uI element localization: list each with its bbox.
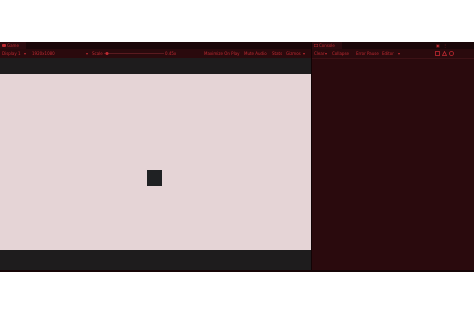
resolution-dropdown[interactable]: 1920x1080 — [32, 51, 55, 56]
game-letterbox-top — [0, 58, 311, 74]
tab-game[interactable]: Game — [0, 42, 26, 49]
mute-audio-toggle[interactable]: Mute Audio — [244, 51, 267, 56]
lock-icon[interactable]: ▣ — [436, 43, 440, 48]
editor-chevron-icon: ▾ — [398, 51, 401, 56]
editor-dropdown[interactable]: Editor — [382, 51, 394, 56]
error-pause-toggle[interactable]: Error Pause — [356, 51, 379, 56]
info-count-icon[interactable] — [435, 51, 440, 56]
tab-console[interactable]: Console — [312, 42, 342, 49]
stats-toggle[interactable]: Stats — [272, 51, 282, 56]
console-tab-label: Console — [319, 43, 335, 48]
clear-button[interactable]: Clear — [314, 51, 324, 56]
scale-slider[interactable] — [104, 52, 164, 55]
game-viewport[interactable] — [0, 74, 311, 250]
game-controller-icon — [2, 44, 6, 47]
display-dropdown[interactable]: Display 1 — [2, 51, 21, 56]
game-object-square — [147, 170, 162, 186]
display-chevron-icon: ▾ — [24, 51, 27, 56]
warning-count-icon[interactable] — [442, 51, 447, 56]
panel-menu-icon[interactable]: ⋮ — [443, 43, 447, 48]
error-count-icon[interactable] — [449, 51, 454, 56]
scale-slider-handle — [105, 52, 109, 55]
maximize-on-play-toggle[interactable]: Maximize On Play — [204, 51, 240, 56]
collapse-toggle[interactable]: Collapse — [332, 51, 349, 56]
console-tab-bar: Console ▣ ⋮ — [312, 42, 474, 49]
scale-value: 0.45x — [165, 51, 177, 56]
console-icon — [314, 44, 318, 47]
gizmos-toggle[interactable]: Gizmos — [286, 51, 301, 56]
scale-label: Scale — [92, 51, 103, 56]
editor-window: Game Display 1 ▾ 1920x1080 ▾ Scale 0.45x… — [0, 42, 474, 272]
console-toolbar: Clear ▾ Collapse Error Pause Editor ▾ — [312, 49, 474, 59]
clear-chevron-icon: ▾ — [325, 51, 328, 56]
status-bar — [0, 270, 474, 272]
gizmos-chevron-icon: ▾ — [303, 51, 306, 56]
game-tab-bar: Game — [0, 42, 311, 49]
game-letterbox-bottom — [0, 250, 311, 270]
game-tab-label: Game — [7, 43, 19, 48]
console-log-area[interactable] — [312, 59, 474, 271]
resolution-chevron-icon: ▾ — [86, 51, 89, 56]
